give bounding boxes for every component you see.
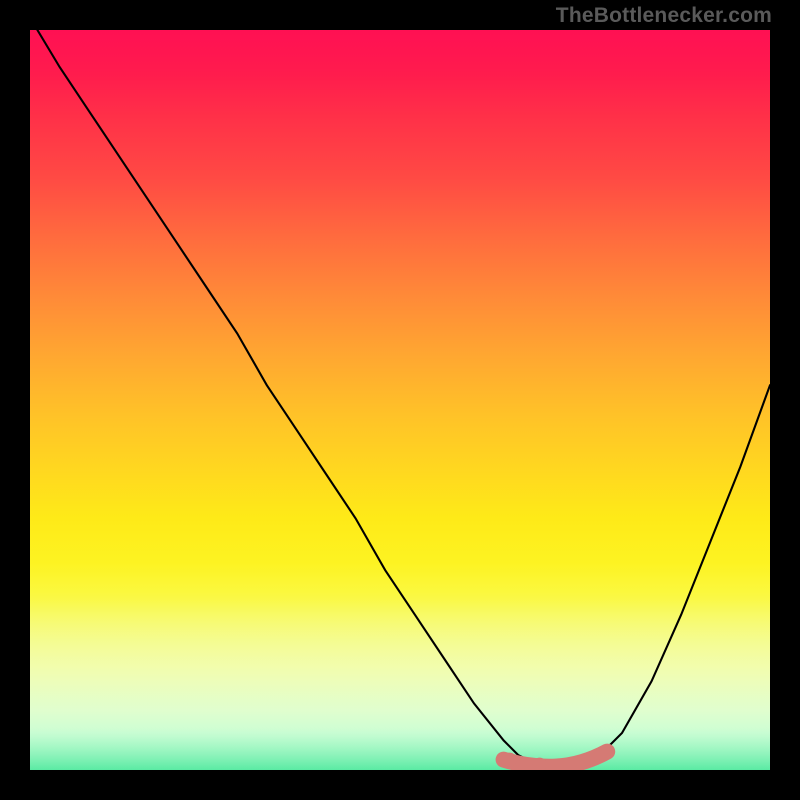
optimal-range-marker	[504, 752, 608, 767]
optimal-range-dot-left	[503, 753, 517, 767]
attribution-label: TheBottlenecker.com	[556, 4, 772, 28]
chart-stage: TheBottlenecker.com	[0, 0, 800, 800]
bottleneck-curve-line	[37, 30, 770, 766]
chart-overlay	[30, 30, 770, 770]
plot-area	[30, 30, 770, 770]
